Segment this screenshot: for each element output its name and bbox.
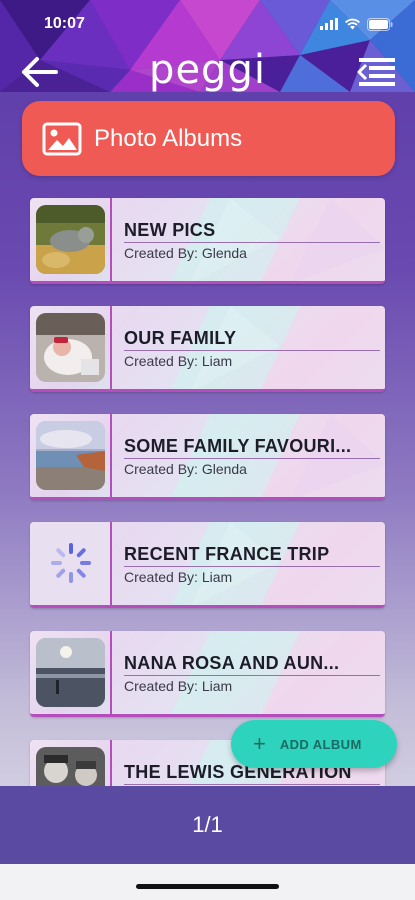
baby-photo-thumbnail: [36, 313, 105, 382]
image-icon: [42, 122, 82, 155]
album-divider: [124, 458, 380, 459]
album-creator: Created By: Liam: [124, 353, 233, 369]
nav-bar: peggi: [0, 48, 415, 92]
app-header: 10:07 peggi: [0, 0, 415, 92]
status-bar: 10:07: [0, 0, 415, 48]
wifi-icon: [345, 18, 360, 30]
status-icons: [320, 17, 393, 31]
page-title-banner: Photo Albums: [22, 101, 395, 176]
plus-icon: +: [253, 731, 266, 756]
album-item[interactable]: NEW PICS Created By: Glenda: [30, 198, 385, 284]
menu-collapse-icon: [357, 58, 395, 86]
album-creator: Created By: Liam: [124, 569, 233, 585]
album-item[interactable]: NANA ROSA AND AUN... Created By: Liam: [30, 631, 385, 717]
cellular-signal-icon: [320, 18, 338, 30]
album-creator: Created By: Liam: [124, 678, 233, 694]
add-album-button[interactable]: + ADD ALBUM: [231, 720, 397, 768]
album-name: RECENT FRANCE TRIP: [124, 544, 330, 564]
home-indicator[interactable]: [136, 884, 279, 889]
status-time: 10:07: [44, 15, 85, 32]
album-divider: [124, 242, 380, 243]
album-name: NEW PICS: [124, 220, 216, 240]
album-name: OUR FAMILY: [124, 328, 237, 348]
home-indicator-area: [0, 864, 415, 900]
album-thumbnail-frame: [30, 414, 112, 497]
page-indicator-bar: 1/1: [0, 786, 415, 864]
sunset-beach-photo-thumbnail: [36, 638, 105, 707]
album-name: SOME FAMILY FAVOURI...: [124, 436, 352, 456]
album-divider: [124, 566, 380, 567]
album-item[interactable]: SOME FAMILY FAVOURI... Created By: Glend…: [30, 414, 385, 500]
album-thumbnail-frame: [30, 198, 112, 281]
album-thumbnail-frame: [30, 306, 112, 389]
album-divider: [124, 784, 380, 785]
album-item[interactable]: RECENT FRANCE TRIP Created By: Liam: [30, 522, 385, 608]
beach-photo-thumbnail: [36, 421, 105, 490]
page-title: Photo Albums: [94, 124, 243, 152]
album-thumbnail-frame: [30, 631, 112, 714]
cat-photo-thumbnail: [36, 205, 105, 274]
add-album-label: ADD ALBUM: [279, 736, 362, 752]
app-screen: 10:07 peggi Photo Albums NEW PICS Create…: [0, 0, 415, 900]
menu-button[interactable]: [355, 54, 399, 90]
album-creator: Created By: Glenda: [124, 461, 247, 477]
app-logo: peggi: [149, 47, 266, 92]
album-thumbnail-frame: [30, 522, 112, 605]
battery-icon: [367, 17, 393, 31]
loading-spinner-icon: [51, 543, 91, 583]
album-creator: Created By: Glenda: [124, 245, 247, 261]
page-indicator: 1/1: [192, 812, 223, 837]
album-divider: [124, 350, 380, 351]
album-item[interactable]: OUR FAMILY Created By: Liam: [30, 306, 385, 392]
album-divider: [124, 675, 380, 676]
album-name: NANA ROSA AND AUN...: [124, 653, 340, 673]
